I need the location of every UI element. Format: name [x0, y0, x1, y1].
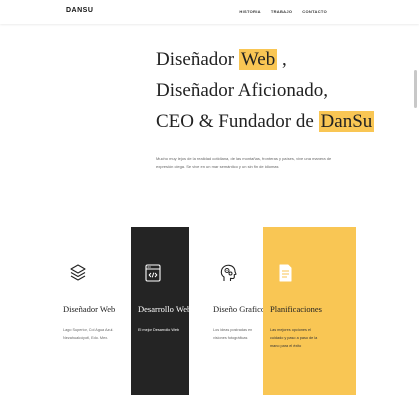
service-title: Diseñador Web	[63, 304, 116, 314]
service-title: Planificaciones	[270, 304, 322, 314]
hero-highlight-web: Web	[238, 49, 278, 70]
top-navbar: DANSU HISTORIA TRABAJO CONTACTO	[0, 0, 419, 24]
main-menu: HISTORIA TRABAJO CONTACTO	[239, 9, 327, 14]
head-gears-icon	[220, 264, 237, 281]
menu-item-historia[interactable]: HISTORIA	[239, 9, 260, 14]
hero-heading: Diseñador Web , Diseñador Aficionado, CE…	[156, 44, 376, 137]
menu-item-contacto[interactable]: CONTACTO	[302, 9, 327, 14]
service-card-desarrollo-web[interactable]: Desarrollo Web El mejor Desarrollo Web	[131, 227, 191, 395]
hero-line-2: Diseñador Aficionado,	[156, 80, 329, 101]
hero-line-1-suffix: ,	[281, 49, 287, 70]
service-title: Desarrollo Web	[138, 304, 192, 314]
services-section: Diseñador Web Lago Superior, Col Agua Az…	[56, 227, 356, 395]
document-icon	[279, 264, 292, 282]
scrollbar-thumb[interactable]	[414, 70, 417, 108]
service-description: Lago Superior, Col Agua Azul. Nezahualcó…	[63, 328, 114, 340]
hero-intro-text: Mucho muy lejos de la realidad cotidiana…	[156, 156, 332, 169]
hero-line-1-text: Diseñador	[156, 49, 235, 70]
service-card-diseno-web[interactable]: Diseñador Web Lago Superior, Col Agua Az…	[56, 227, 115, 395]
service-card-planificaciones[interactable]: Planificaciones Las mejores opciones el …	[263, 227, 356, 395]
hero-line-3: CEO & Fundador de DanSu	[156, 106, 376, 137]
hero-line-1: Diseñador Web ,	[156, 44, 376, 75]
service-description: Las mejores opciones el cuidado y paso a…	[270, 328, 318, 348]
hero-line-3-text: CEO & Fundador de	[156, 111, 314, 132]
site-logo[interactable]: DANSU	[66, 7, 93, 14]
menu-item-trabajo[interactable]: TRABAJO	[271, 9, 292, 14]
service-description: Los ideas postradas en visiones fotográf…	[213, 328, 253, 340]
code-window-icon	[145, 264, 161, 282]
service-card-diseno-grafico[interactable]: Diseño Grafico Los ideas postradas en vi…	[206, 227, 265, 395]
layers-icon	[70, 264, 86, 281]
hero-highlight-dansu: DanSu	[318, 111, 375, 132]
service-description: El mejor Desarrollo Web	[138, 328, 180, 332]
